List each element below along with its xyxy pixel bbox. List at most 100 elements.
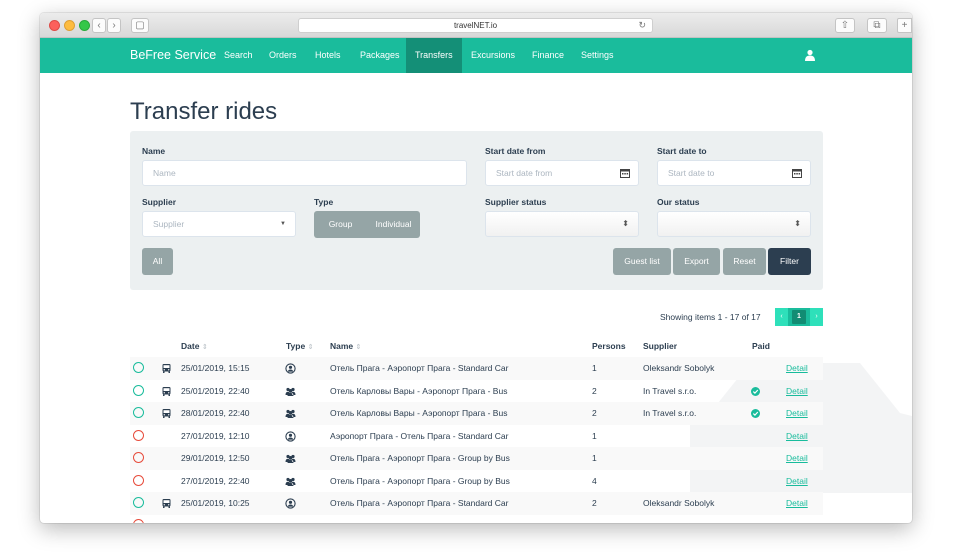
caret-down-icon: ▼ [280,221,286,227]
back-icon[interactable]: ‹ [92,18,106,33]
start-date-to-label: Start date to [657,146,707,156]
paid-check-icon [751,386,760,396]
bus-icon [162,499,171,508]
close-window-button[interactable] [49,20,60,31]
type-toggle: Group Individual [314,211,420,238]
cell-name: Отель Прага - Аэропорт Прага - Standard … [330,498,509,508]
supplier-placeholder: Supplier [153,219,185,229]
detail-link[interactable]: Detail [786,357,808,380]
cell-date: 28/01/2019, 22:40 [181,408,250,418]
page-number: 1 [792,310,806,324]
calendar-icon[interactable] [620,168,630,178]
cell-persons: 1 [592,363,597,373]
export-button[interactable]: Export [673,248,720,275]
detail-link[interactable]: Detail [786,380,808,403]
next-page-button[interactable]: › [810,308,823,326]
bus-icon [162,409,171,418]
top-navbar: BeFree Service Search Orders Hotels Pack… [40,38,912,73]
group-icon [285,387,296,396]
nav-packages[interactable]: Packages [351,38,409,73]
row-select-toggle[interactable] [133,362,144,373]
cell-supplier: Oleksandr Sobolyk [643,498,715,508]
row-select-toggle[interactable] [133,384,144,396]
detail-link[interactable]: Detail [786,425,808,448]
start-date-from-placeholder: Start date from [496,168,553,178]
cell-name: Отель Прага - Аэропорт Прага - Standard … [330,363,509,373]
reset-button[interactable]: Reset [723,248,766,275]
row-select-toggle[interactable] [133,407,144,418]
start-date-to-input[interactable]: Start date to [657,160,811,186]
user-icon[interactable] [804,49,816,61]
nav-finance[interactable]: Finance [523,38,573,73]
detail-link[interactable]: Detail [786,447,808,470]
start-date-to-placeholder: Start date to [668,168,715,178]
nav-transfers[interactable]: Transfers [406,38,462,73]
all-button[interactable]: All [142,248,173,275]
calendar-icon[interactable] [792,168,802,178]
nav-settings[interactable]: Settings [572,38,623,73]
bus-icon [162,386,171,396]
table-row: 27/01/2019, 22:40 Отель Прага - Аэропорт … [130,470,823,493]
row-select-toggle[interactable] [133,429,144,441]
our-status-select[interactable]: ⬍ [657,211,811,237]
filter-button[interactable]: Filter [768,248,811,275]
tabs-icon[interactable]: ⧉ [867,18,887,33]
row-select-toggle[interactable] [133,452,144,463]
start-date-from-label: Start date from [485,146,546,156]
detail-link[interactable]: Detail [786,402,808,425]
cell-date: 25/01/2019, 22:40 [181,385,250,396]
address-bar[interactable]: travelNET.io ↻ [298,18,653,33]
url-text: travelNET.io [453,21,498,30]
table-row: 27/01/2019, 12:10 Аэропорт Прага - Отель … [130,425,823,448]
header-paid: Paid [752,341,770,351]
table-row: 28/01/2019, 22:40 Отель Карловы Вары - Аэ… [130,402,823,425]
page-title: Transfer rides [130,98,278,125]
table-row: 25/01/2019, 22:40 Отель Карловы Вары - Аэ… [130,380,823,403]
cell-persons: 1 [592,430,597,441]
row-select-toggle[interactable] [133,497,144,508]
nav-search[interactable]: Search [215,38,262,73]
cell-persons: 4 [592,475,597,486]
share-icon[interactable]: ⇧ [835,18,855,33]
sort-icon: ⇕ [201,344,208,351]
reload-icon[interactable]: ↻ [638,19,646,32]
cell-supplier: In Travel s.r.o. [643,408,697,418]
nav-orders[interactable]: Orders [260,38,306,73]
brand-logo[interactable]: BeFree Service [130,38,216,73]
pagination-summary: Showing items 1 - 17 of 17 [660,312,761,322]
detail-link[interactable]: Detail [786,470,808,493]
row-select-toggle[interactable] [133,519,144,523]
cell-name: Отель Карловы Вары - Аэропорт Прага - Bu… [330,408,508,418]
guest-list-button[interactable]: Guest list [613,248,671,275]
detail-link[interactable]: Detail [786,492,808,515]
cell-name: Отель Прага - Аэропорт Прага - Group by … [330,453,510,463]
bus-icon [162,364,171,373]
supplier-select[interactable]: Supplier ▼ [142,211,296,237]
group-icon [285,454,296,463]
supplier-label: Supplier [142,197,177,207]
page-1-button[interactable]: 1 [788,308,810,326]
name-input[interactable]: Name [142,160,467,186]
paid-check-icon [751,409,760,418]
type-individual-button[interactable]: Individual [367,211,420,238]
nav-excursions[interactable]: Excursions [462,38,524,73]
cell-date: 27/01/2019, 22:40 [181,475,250,486]
header-name[interactable]: Name ⇕ [330,341,361,351]
header-date[interactable]: Date ⇕ [181,341,208,351]
supplier-status-label: Supplier status [485,197,547,207]
sidebar-toggle-icon[interactable]: ▢ [131,18,149,33]
cell-date: 27/01/2019, 12:10 [181,430,250,441]
cell-persons: 2 [592,385,597,396]
forward-icon[interactable]: › [107,18,121,33]
supplier-status-select[interactable]: ⬍ [485,211,639,237]
new-tab-icon[interactable]: + [897,18,912,33]
header-type[interactable]: Type ⇕ [286,341,313,351]
filter-panel: Name Name Start date from Start date fro… [130,131,823,290]
nav-hotels[interactable]: Hotels [306,38,350,73]
start-date-from-input[interactable]: Start date from [485,160,639,186]
prev-page-button[interactable]: ‹ [775,308,788,326]
row-select-toggle[interactable] [133,474,144,486]
minimize-window-button[interactable] [64,20,75,31]
type-group-button[interactable]: Group [314,211,367,238]
maximize-window-button[interactable] [79,20,90,31]
